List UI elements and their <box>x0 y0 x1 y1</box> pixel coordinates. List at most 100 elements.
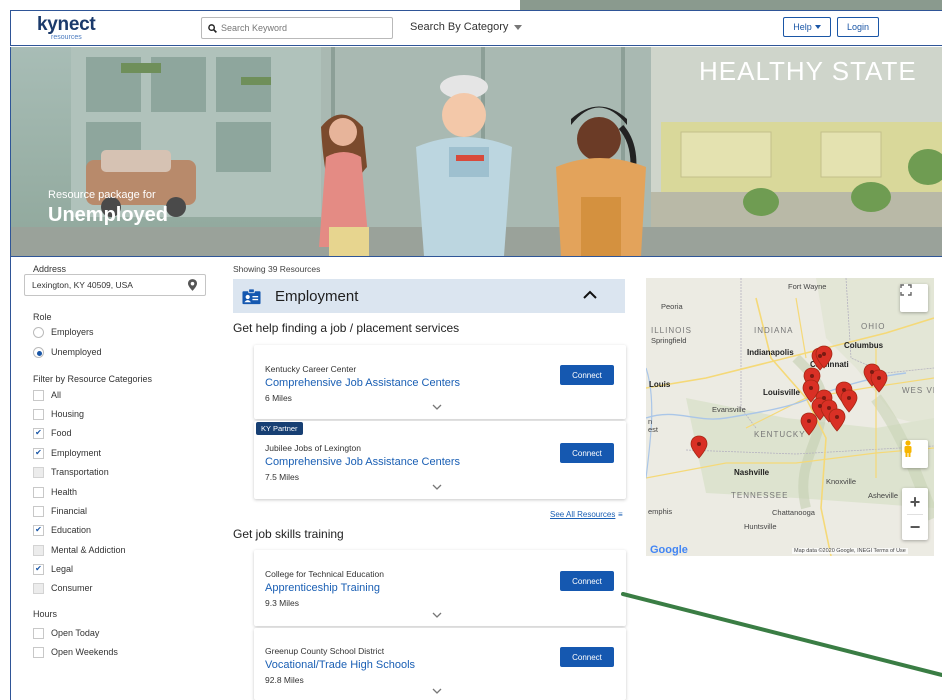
category-housing[interactable]: Housing <box>33 408 84 420</box>
category-transportation[interactable]: Transportation <box>33 466 109 478</box>
radio-unemployed[interactable] <box>33 346 44 358</box>
category-label: Legal <box>51 564 74 574</box>
checkbox[interactable] <box>33 627 44 639</box>
logo-main: kynect <box>37 14 96 35</box>
ky-partner-badge: KY Partner <box>256 422 303 435</box>
category-financial[interactable]: Financial <box>33 505 87 517</box>
card-service-link[interactable]: Comprehensive Job Assistance Centers <box>265 377 460 389</box>
checkbox[interactable] <box>33 486 44 498</box>
chevron-down-icon <box>514 24 523 30</box>
map-attribution[interactable]: Map data ©2020 Google, INEGI Terms of Us… <box>792 548 908 554</box>
checkbox-checked[interactable]: ✔ <box>33 563 44 575</box>
hero-banner: HEALTHY STATE Resource package for Unemp… <box>10 47 942 256</box>
resource-card: Kentucky Career Center Comprehensive Job… <box>254 345 626 419</box>
zoom-in-button[interactable]: + <box>910 490 921 514</box>
card-service-link[interactable]: Apprenticeship Training <box>265 582 380 594</box>
see-all-resources-link[interactable]: See All Resources <box>550 510 615 519</box>
category-label: Transportation <box>51 467 109 477</box>
fullscreen-button[interactable] <box>900 284 928 312</box>
chevron-down-icon[interactable] <box>432 688 442 694</box>
role-label: Role <box>33 312 52 322</box>
category-label: Food <box>51 428 72 438</box>
zoom-controls: + − <box>902 488 928 540</box>
checkbox-disabled <box>33 582 44 594</box>
card-org: College for Technical Education <box>265 569 384 579</box>
category-label: All <box>51 390 62 400</box>
connect-button[interactable]: Connect <box>560 647 614 667</box>
category-food[interactable]: ✔ Food <box>33 427 72 439</box>
card-service-link[interactable]: Comprehensive Job Assistance Centers <box>265 456 460 468</box>
id-card-icon <box>242 287 261 304</box>
map-markers <box>690 345 888 459</box>
checkbox-checked[interactable]: ✔ <box>33 524 44 536</box>
employment-accordion[interactable]: Employment <box>233 279 625 313</box>
hours-open-weekends[interactable]: Open Weekends <box>33 646 118 658</box>
resource-map[interactable]: Fort Wayne Peoria ILLINOIS Springfield I… <box>646 278 934 556</box>
login-label: Login <box>846 22 870 32</box>
address-value: Lexington, KY 40509, USA <box>32 280 133 290</box>
pegman-icon <box>904 440 912 457</box>
resource-card: College for Technical Education Apprenti… <box>254 550 626 626</box>
hero-subtitle: Resource package for <box>48 189 156 201</box>
card-service-link[interactable]: Vocational/Trade High Schools <box>265 659 415 671</box>
card-distance: 9.3 Miles <box>265 598 300 608</box>
caret-down-icon <box>814 25 821 29</box>
category-legal[interactable]: ✔ Legal <box>33 563 73 575</box>
street-view-pegman[interactable] <box>902 440 928 468</box>
checkbox[interactable] <box>33 646 44 658</box>
chevron-down-icon[interactable] <box>432 484 442 490</box>
kynect-logo[interactable]: kynect resources <box>37 14 96 41</box>
chevron-up-icon[interactable] <box>583 290 597 299</box>
group-title-training: Get job skills training <box>233 527 344 541</box>
hours-label: Hours <box>33 609 58 619</box>
role-employers[interactable]: Employers <box>33 326 94 338</box>
hours-option-label: Open Weekends <box>51 647 118 657</box>
category-employment[interactable]: ✔ Employment <box>33 447 101 459</box>
zoom-out-button[interactable]: − <box>910 515 921 539</box>
map-pin-icon <box>840 389 858 413</box>
category-label: Education <box>51 525 92 535</box>
location-pin-icon[interactable] <box>188 279 197 291</box>
login-button[interactable]: Login <box>837 17 879 37</box>
radio-employers[interactable] <box>33 326 44 338</box>
map-pin-icon <box>800 412 818 436</box>
role-unemployed[interactable]: Unemployed <box>33 346 102 358</box>
connect-button[interactable]: Connect <box>560 571 614 591</box>
group-title-placement: Get help finding a job / placement servi… <box>233 321 460 335</box>
search-box[interactable] <box>201 17 393 39</box>
chevron-down-icon[interactable] <box>432 404 442 410</box>
site-header: kynect resources Search By Category Help… <box>10 10 942 46</box>
help-button[interactable]: Help <box>783 17 831 37</box>
checkbox-checked[interactable]: ✔ <box>33 447 44 459</box>
category-consumer[interactable]: Consumer <box>33 582 93 594</box>
hours-open-today[interactable]: Open Today <box>33 627 99 639</box>
card-distance: 6 Miles <box>265 393 292 403</box>
role-option-label: Unemployed <box>51 347 102 357</box>
search-input[interactable] <box>221 23 381 33</box>
category-label: Employment <box>51 448 102 458</box>
list-icon: ≡ <box>618 510 623 519</box>
connect-button[interactable]: Connect <box>560 365 614 385</box>
connect-button[interactable]: Connect <box>560 443 614 463</box>
map-pin-icon <box>828 408 846 432</box>
search-by-category-dropdown[interactable]: Search By Category <box>410 21 523 33</box>
checkbox[interactable] <box>33 408 44 420</box>
card-distance: 92.8 Miles <box>265 675 304 685</box>
checkbox-checked[interactable]: ✔ <box>33 427 44 439</box>
category-mental-addiction[interactable]: Mental & Addiction <box>33 544 126 556</box>
category-health[interactable]: Health <box>33 486 77 498</box>
category-education[interactable]: ✔ Education <box>33 524 91 536</box>
map-pin-icon <box>690 435 708 459</box>
chevron-down-icon[interactable] <box>432 612 442 618</box>
google-logo[interactable]: Google <box>650 544 688 556</box>
hero-sign-text: HEALTHY STATE <box>699 56 917 86</box>
checkbox[interactable] <box>33 505 44 517</box>
checkbox[interactable] <box>33 389 44 401</box>
role-option-label: Employers <box>51 327 94 337</box>
category-all[interactable]: All <box>33 389 61 401</box>
address-field[interactable]: Lexington, KY 40509, USA <box>24 274 206 296</box>
category-label: Consumer <box>51 583 93 593</box>
results-count: Showing 39 Resources <box>233 264 321 274</box>
card-distance: 7.5 Miles <box>265 472 300 482</box>
resource-card: Greenup County School District Vocationa… <box>254 628 626 700</box>
